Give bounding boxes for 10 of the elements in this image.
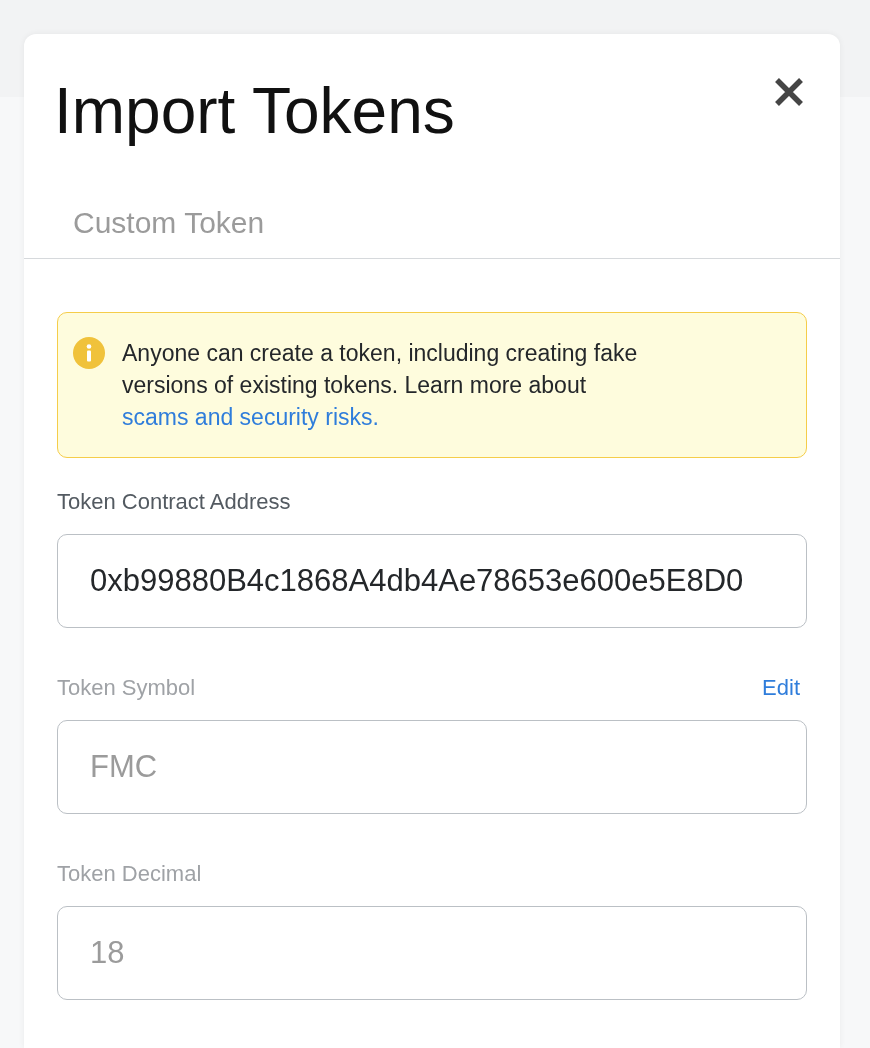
learn-more-link[interactable]: scams and security risks. <box>122 404 379 430</box>
info-icon <box>73 337 105 369</box>
tab[interactable]: Custom Token <box>24 192 281 258</box>
field-label: Token Decimal <box>57 860 202 888</box>
input-field[interactable]: 0xb99880B4c1868A4db4Ae78653e600e5E8D0 <box>57 534 807 628</box>
warning-text: Anyone can create a token, including creating fake versions of existing tokens. Learn more about scams and security risks. <box>122 339 639 432</box>
field-label: Token Symbol <box>57 674 196 702</box>
close-button[interactable] <box>774 78 804 106</box>
close-icon <box>774 78 804 106</box>
field-label: Token Contract Address <box>57 488 291 516</box>
